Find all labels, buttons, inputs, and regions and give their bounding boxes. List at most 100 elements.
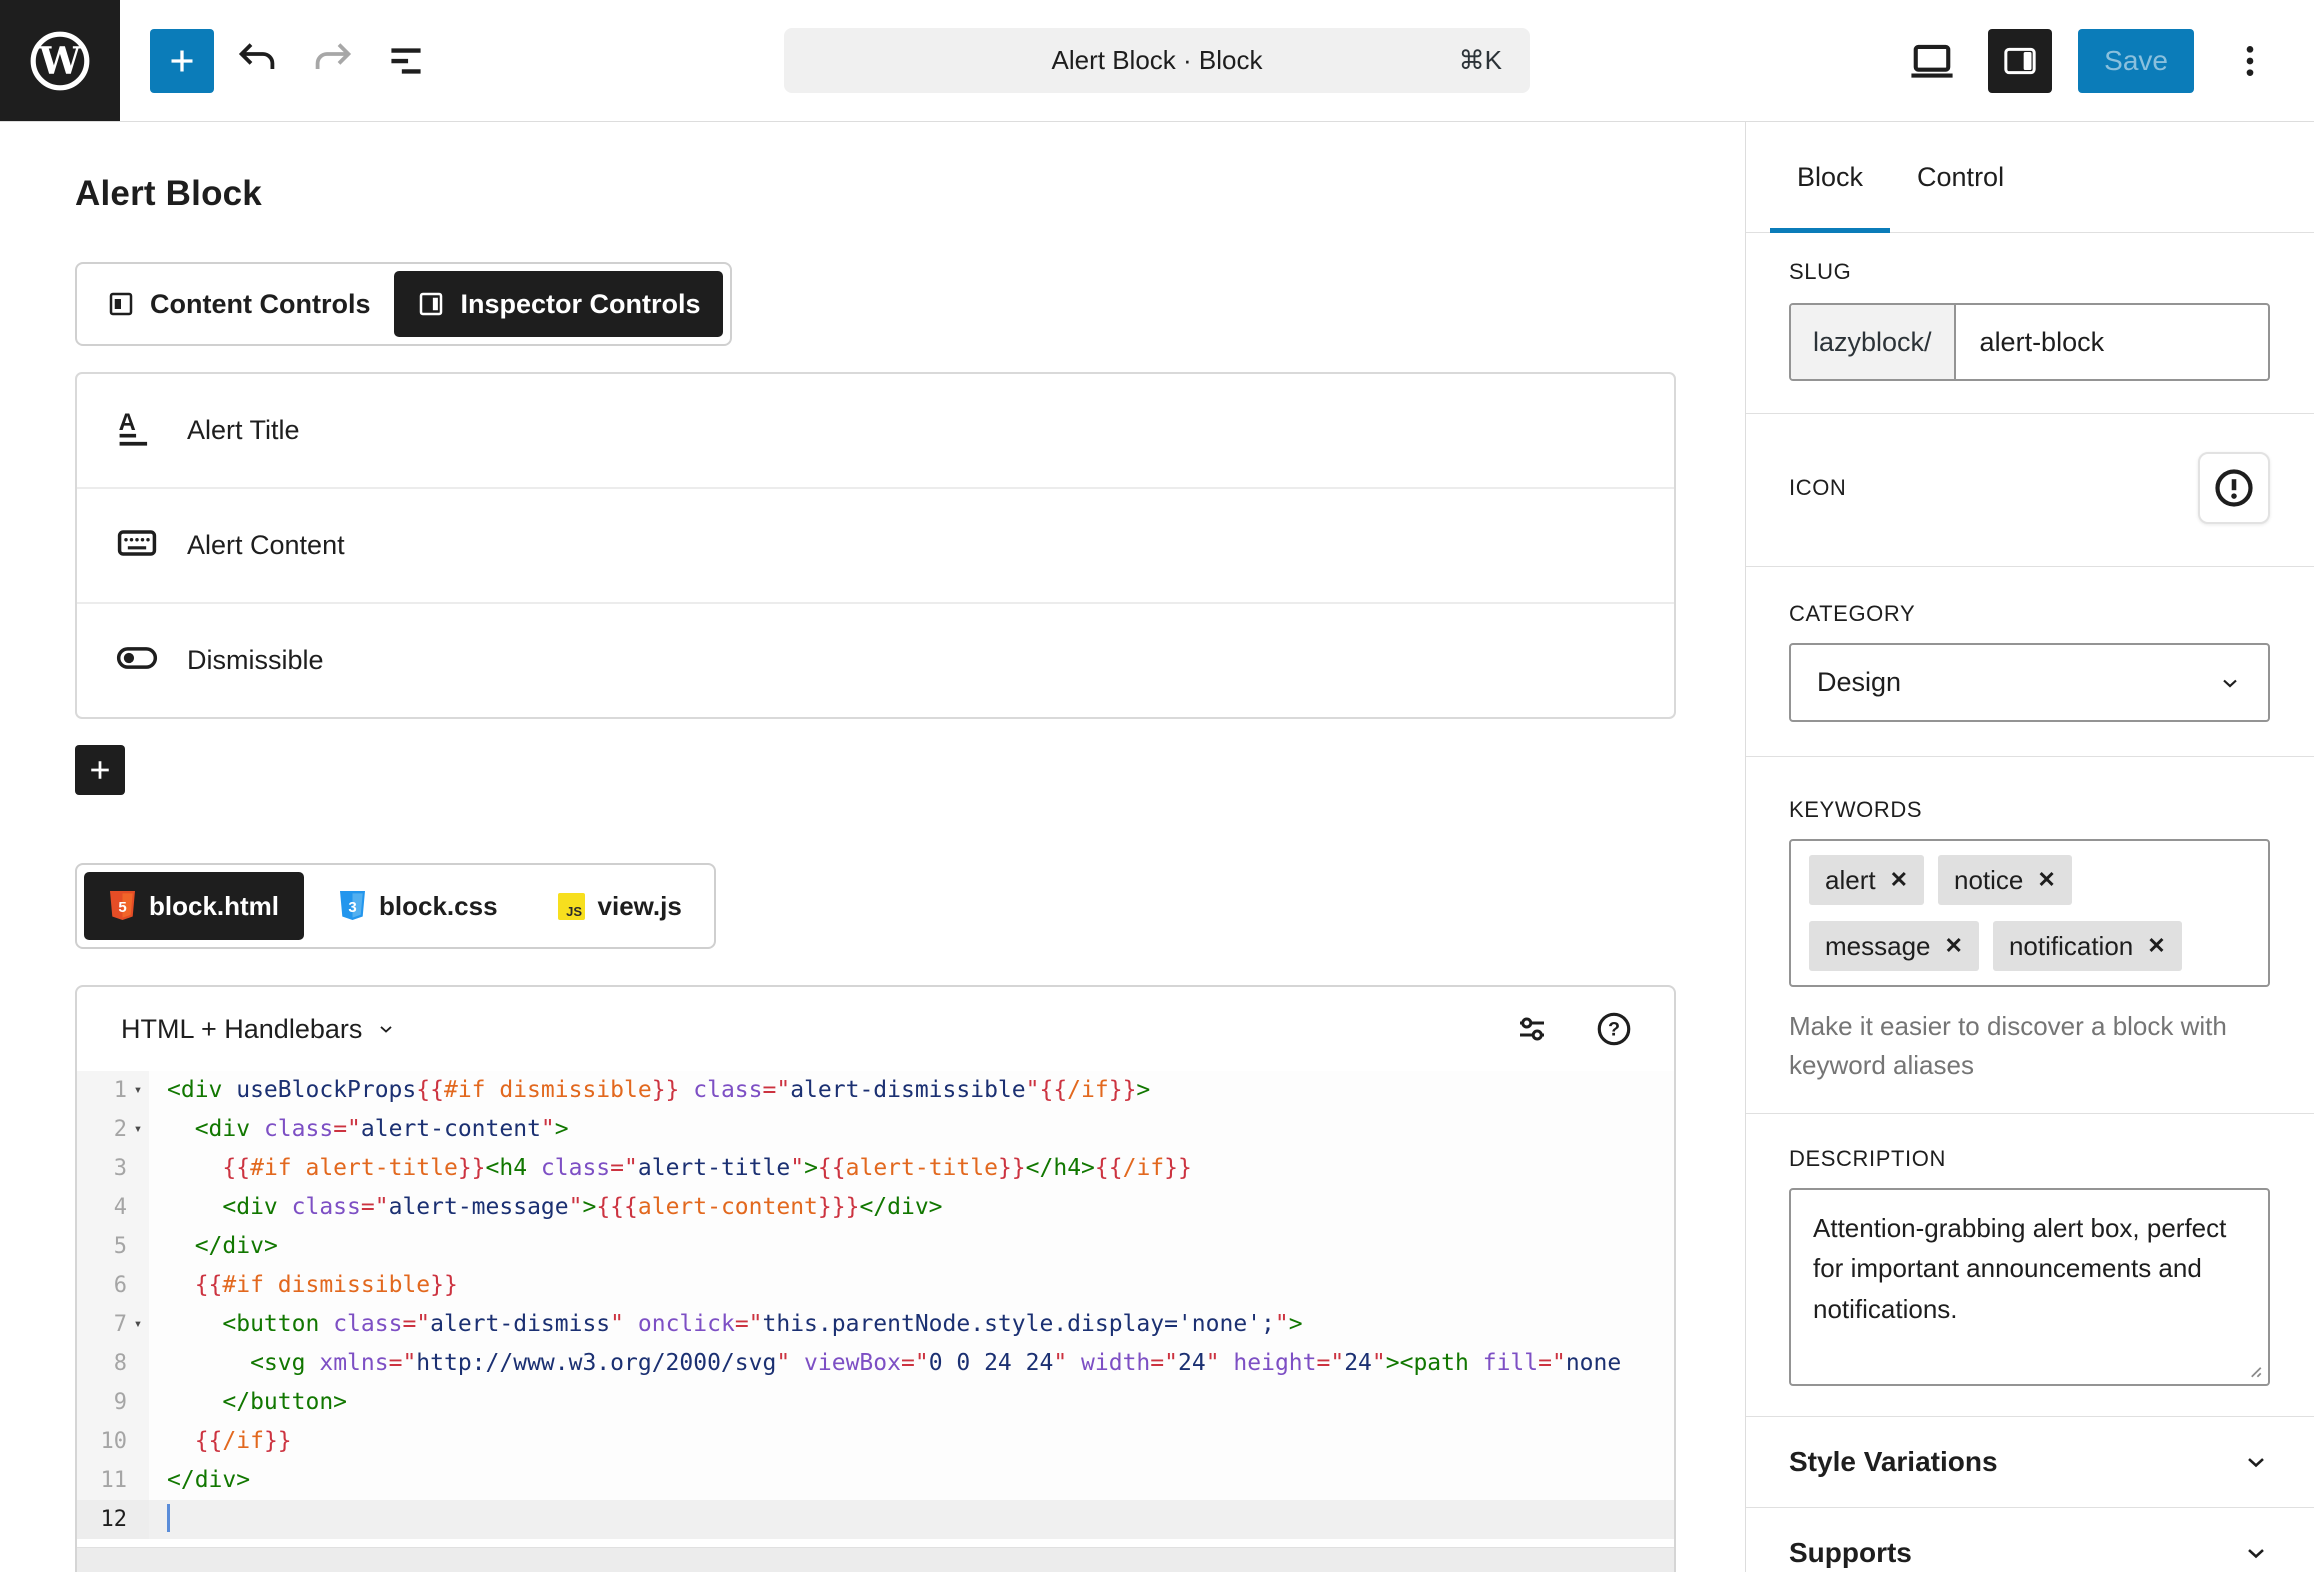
inspector-controls-icon bbox=[416, 288, 446, 320]
control-item[interactable]: Alert Content bbox=[77, 487, 1674, 602]
line-number: 7▾ bbox=[77, 1305, 149, 1344]
keywords-input[interactable]: alert✕notice✕message✕notification✕ bbox=[1789, 839, 2270, 987]
tab-control[interactable]: Control bbox=[1890, 122, 2031, 232]
controls-placement-tabs: Content Controls Inspector Controls bbox=[75, 262, 732, 346]
editor-settings-button[interactable] bbox=[1510, 1007, 1554, 1051]
file-tab-label: block.css bbox=[379, 891, 498, 922]
code-line[interactable]: 2▾ <div class="alert-content"> bbox=[77, 1110, 1674, 1149]
code-line[interactable]: 8 <svg xmlns="http://www.w3.org/2000/svg… bbox=[77, 1344, 1674, 1383]
code-line-content[interactable]: </div> bbox=[149, 1227, 1674, 1266]
remove-keyword-icon[interactable]: ✕ bbox=[1890, 869, 1908, 891]
code-line[interactable]: 1▾<div useBlockProps{{#if dismissible}} … bbox=[77, 1071, 1674, 1110]
code-line[interactable]: 6 {{#if dismissible}} bbox=[77, 1266, 1674, 1305]
line-number: 1▾ bbox=[77, 1071, 149, 1110]
supports-accordion[interactable]: Supports bbox=[1789, 1508, 2270, 1572]
code-line[interactable]: 12 bbox=[77, 1500, 1674, 1539]
keyword-tag: notification✕ bbox=[1993, 921, 2182, 971]
code-line-content[interactable]: </div> bbox=[149, 1461, 1674, 1500]
description-label: DESCRIPTION bbox=[1789, 1146, 2270, 1172]
save-button[interactable]: Save bbox=[2078, 29, 2194, 93]
style-variations-accordion[interactable]: Style Variations bbox=[1789, 1417, 2270, 1507]
resize-handle-icon[interactable] bbox=[2245, 1361, 2263, 1379]
fold-arrow-icon[interactable]: ▾ bbox=[127, 1071, 149, 1110]
alert-circle-icon bbox=[2212, 466, 2256, 510]
control-item[interactable]: Dismissible bbox=[77, 602, 1674, 717]
code-line-content[interactable]: {{#if alert-title}}<h4 class="alert-titl… bbox=[149, 1149, 1674, 1188]
code-line-content[interactable]: <div useBlockProps{{#if dismissible}} cl… bbox=[149, 1071, 1674, 1110]
file-tab-view-js[interactable]: JSview.js bbox=[533, 872, 707, 940]
horizontal-scrollbar[interactable] bbox=[77, 1547, 1674, 1572]
code-line-content[interactable]: <div class="alert-content"> bbox=[149, 1110, 1674, 1149]
keyword-tag: notice✕ bbox=[1938, 855, 2072, 905]
control-item[interactable]: AAlert Title bbox=[77, 374, 1674, 487]
icon-label: ICON bbox=[1789, 475, 1846, 501]
line-number: 5 bbox=[77, 1227, 149, 1266]
svg-text:W: W bbox=[38, 38, 82, 82]
options-menu-button[interactable] bbox=[2220, 31, 2280, 91]
preview-button[interactable] bbox=[1902, 31, 1962, 91]
keyword-tag: message ✕ bbox=[1809, 921, 1979, 971]
control-item-label: Alert Content bbox=[187, 530, 345, 561]
editor-help-button[interactable]: ? bbox=[1592, 1007, 1636, 1051]
editor-mode-dropdown[interactable]: HTML + Handlebars bbox=[115, 1013, 402, 1046]
code-line[interactable]: 10 {{/if}} bbox=[77, 1422, 1674, 1461]
icon-picker-button[interactable] bbox=[2198, 452, 2270, 524]
code-line-content[interactable]: </button> bbox=[149, 1383, 1674, 1422]
slug-input-group: lazyblock/ alert-block bbox=[1789, 303, 2270, 381]
sidebar-tabs: Block Control bbox=[1746, 122, 2314, 233]
code-line[interactable]: 9 </button> bbox=[77, 1383, 1674, 1422]
settings-sidebar: Block Control SLUG lazyblock/ alert-bloc… bbox=[1745, 122, 2314, 1572]
command-bar[interactable]: Alert Block · Block ⌘K bbox=[784, 28, 1530, 93]
slug-input[interactable]: alert-block bbox=[1956, 305, 2268, 379]
code-line[interactable]: 4 <div class="alert-message">{{{alert-co… bbox=[77, 1188, 1674, 1227]
category-value: Design bbox=[1817, 667, 1901, 698]
code-line[interactable]: 11</div> bbox=[77, 1461, 1674, 1500]
code-line-content[interactable]: {{/if}} bbox=[149, 1422, 1674, 1461]
code-line[interactable]: 7▾ <button class="alert-dismiss" onclick… bbox=[77, 1305, 1674, 1344]
code-file-tabs: 5block.html 3 block.css JSview.js bbox=[75, 863, 716, 949]
code-line-content[interactable]: <button class="alert-dismiss" onclick="t… bbox=[149, 1305, 1674, 1344]
remove-keyword-icon[interactable]: ✕ bbox=[2037, 869, 2055, 891]
code-line[interactable]: 3 {{#if alert-title}}<h4 class="alert-ti… bbox=[77, 1149, 1674, 1188]
remove-keyword-icon[interactable]: ✕ bbox=[2147, 935, 2165, 957]
list-view-icon bbox=[381, 36, 431, 86]
remove-keyword-icon[interactable]: ✕ bbox=[1945, 935, 1963, 957]
workspace: Alert Block Content Controls bbox=[0, 122, 2314, 1572]
code-line[interactable]: 5 </div> bbox=[77, 1227, 1674, 1266]
slug-label: SLUG bbox=[1789, 259, 2270, 285]
code-line-content[interactable]: <svg xmlns="http://www.w3.org/2000/svg" … bbox=[149, 1344, 1674, 1383]
tab-content-controls[interactable]: Content Controls bbox=[84, 271, 392, 337]
keywords-help-text: Make it easier to discover a block with … bbox=[1789, 1007, 2270, 1085]
file-tab-block-html[interactable]: 5block.html bbox=[84, 872, 304, 940]
tab-inspector-controls[interactable]: Inspector Controls bbox=[394, 271, 722, 337]
redo-button[interactable] bbox=[302, 31, 362, 91]
svg-text:5: 5 bbox=[118, 899, 126, 916]
sliders-icon bbox=[1514, 1011, 1550, 1047]
sidebar-toggle-button[interactable] bbox=[1988, 29, 2052, 93]
code-line-content[interactable] bbox=[149, 1500, 1674, 1539]
keyword-tag-label: message bbox=[1825, 931, 1931, 962]
code-line-content[interactable]: <div class="alert-message">{{{alert-cont… bbox=[149, 1188, 1674, 1227]
keyword-tag: alert✕ bbox=[1809, 855, 1924, 905]
category-select[interactable]: Design bbox=[1789, 643, 2270, 722]
code-line-content[interactable]: {{#if dismissible}} bbox=[149, 1266, 1674, 1305]
add-control-button[interactable] bbox=[75, 745, 125, 795]
text-control-icon: A bbox=[115, 406, 159, 455]
fold-arrow-icon[interactable]: ▾ bbox=[127, 1305, 149, 1344]
js-icon: JS bbox=[558, 893, 585, 920]
line-number: 10 bbox=[77, 1422, 149, 1461]
block-inserter-button[interactable] bbox=[150, 29, 214, 93]
wordpress-logo-button[interactable]: W bbox=[0, 0, 120, 121]
description-textarea[interactable]: Attention-grabbing alert box, perfect fo… bbox=[1789, 1188, 2270, 1386]
css3-icon: 3 bbox=[339, 891, 366, 921]
command-shortcut: ⌘K bbox=[1459, 45, 1502, 76]
svg-text:A: A bbox=[119, 409, 136, 436]
fold-arrow-icon[interactable]: ▾ bbox=[127, 1110, 149, 1149]
undo-button[interactable] bbox=[228, 31, 288, 91]
code-editor[interactable]: 1▾<div useBlockProps{{#if dismissible}} … bbox=[77, 1071, 1674, 1539]
tab-block[interactable]: Block bbox=[1770, 122, 1890, 232]
top-toolbar: W Alert Block · bbox=[0, 0, 2314, 122]
list-view-button[interactable] bbox=[376, 31, 436, 91]
controls-list: AAlert Title Alert Content Dismissible bbox=[75, 372, 1676, 719]
file-tab-block-css[interactable]: 3 block.css bbox=[314, 872, 523, 940]
